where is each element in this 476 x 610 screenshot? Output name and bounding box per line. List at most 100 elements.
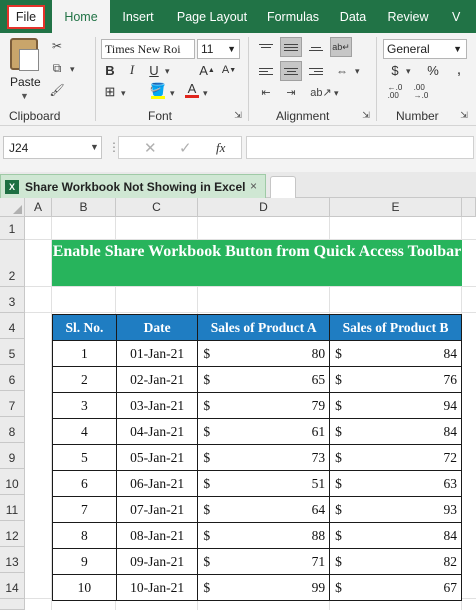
cell-date[interactable]: 02-Jan-21	[115, 366, 199, 393]
row-header[interactable]: 9	[0, 443, 25, 469]
cell-sales-b[interactable]: $72	[329, 444, 462, 471]
cell-sales-a[interactable]: $79	[197, 392, 331, 419]
cut-icon[interactable]: ✂	[48, 37, 66, 55]
increase-indent-icon[interactable]: ⇥	[282, 83, 300, 101]
cell-date[interactable]: 09-Jan-21	[115, 548, 199, 575]
tab-formulas[interactable]: Formulas	[258, 0, 328, 33]
center-button[interactable]	[280, 61, 302, 81]
tab-review[interactable]: Review	[378, 0, 438, 33]
cell-sales-a[interactable]: $65	[197, 366, 331, 393]
cell-sl-no[interactable]: 2	[52, 366, 117, 393]
fill-color-dropdown-icon[interactable]: ▾	[170, 88, 175, 99]
wrap-text-button[interactable]: ab↵	[330, 37, 352, 57]
cell-sales-a[interactable]: $88	[197, 522, 331, 549]
new-tab-button[interactable]	[270, 176, 296, 198]
font-name-select[interactable]: Times New Roi	[101, 39, 195, 59]
decrease-indent-icon[interactable]: ⇤	[257, 83, 275, 101]
header-sales-a[interactable]: Sales of Product A	[197, 314, 331, 341]
row-header[interactable]: 12	[0, 521, 25, 547]
cell-sl-no[interactable]: 5	[52, 444, 117, 471]
sheet-title-banner[interactable]: Enable Share Workbook Button from Quick …	[52, 240, 462, 286]
cell-sl-no[interactable]: 4	[52, 418, 117, 445]
name-box-dropdown-icon[interactable]: ▼	[90, 142, 99, 152]
tab-page-layout[interactable]: Page Layout	[166, 0, 258, 33]
cell-sl-no[interactable]: 1	[52, 340, 117, 367]
comma-style-icon[interactable]: ,	[450, 61, 468, 79]
tab-home[interactable]: Home	[52, 0, 110, 33]
middle-align-button[interactable]	[280, 37, 302, 57]
close-icon[interactable]: ×	[250, 179, 257, 193]
name-box[interactable]: J24	[3, 136, 102, 159]
decrease-decimal-icon[interactable]: .00 →.0	[412, 83, 430, 101]
cell-sales-b[interactable]: $94	[329, 392, 462, 419]
increase-decimal-icon[interactable]: ←.0.00	[386, 83, 404, 101]
font-dialog-launcher-icon[interactable]: ⇲	[232, 109, 244, 121]
row-header[interactable]: 4	[0, 313, 25, 339]
cell-sales-b[interactable]: $76	[329, 366, 462, 393]
cell-sl-no[interactable]: 3	[52, 392, 117, 419]
workbook-tab[interactable]: X Share Workbook Not Showing in Excel ×	[0, 174, 266, 198]
tab-file[interactable]: File	[0, 0, 52, 33]
increase-font-icon[interactable]: A ▲	[198, 61, 216, 79]
merge-dropdown-icon[interactable]: ▾	[355, 66, 360, 77]
bottom-align-button[interactable]	[305, 37, 327, 57]
copy-icon[interactable]: ⧉	[48, 59, 66, 77]
tab-insert[interactable]: Insert	[110, 0, 166, 33]
row-header[interactable]: 5	[0, 339, 25, 365]
worksheet-grid[interactable]: A B C D E 1 2 3 4 5 6 7 8 9 10 11 12 13 …	[0, 198, 476, 610]
row-header[interactable]: 2	[0, 240, 25, 287]
header-sl-no[interactable]: Sl. No.	[52, 314, 117, 341]
cell-sales-b[interactable]: $84	[329, 340, 462, 367]
bold-button[interactable]: B	[101, 61, 119, 79]
cell-sales-b[interactable]: $67	[329, 574, 462, 601]
orientation-dropdown-icon[interactable]: ▾	[334, 88, 339, 99]
orientation-icon[interactable]: ab↗	[310, 83, 331, 101]
formula-input[interactable]	[246, 136, 474, 159]
tab-data[interactable]: Data	[328, 0, 378, 33]
column-header-a[interactable]: A	[25, 198, 52, 217]
row-header[interactable]: 7	[0, 391, 25, 417]
column-header-e[interactable]: E	[330, 198, 462, 217]
underline-button[interactable]: U	[145, 61, 163, 79]
row-header[interactable]: 10	[0, 469, 25, 495]
cell-sales-a[interactable]: $71	[197, 548, 331, 575]
row-header[interactable]: 8	[0, 417, 25, 443]
cancel-icon[interactable]: ✕	[144, 139, 157, 157]
copy-dropdown-icon[interactable]: ▾	[70, 64, 75, 75]
header-sales-b[interactable]: Sales of Product B	[329, 314, 462, 341]
cell-sales-a[interactable]: $73	[197, 444, 331, 471]
row-header[interactable]	[0, 599, 25, 610]
cell-sl-no[interactable]: 9	[52, 548, 117, 575]
cell-date[interactable]: 07-Jan-21	[115, 496, 199, 523]
column-header-f[interactable]	[462, 198, 476, 217]
cell-date[interactable]: 10-Jan-21	[115, 574, 199, 601]
number-format-select[interactable]: General ▼	[383, 39, 467, 59]
cell-sales-a[interactable]: $51	[197, 470, 331, 497]
row-header[interactable]: 3	[0, 287, 25, 313]
italic-button[interactable]: I	[123, 61, 141, 79]
select-all-button[interactable]	[0, 198, 25, 217]
cell-sales-b[interactable]: $84	[329, 418, 462, 445]
cell-sales-a[interactable]: $80	[197, 340, 331, 367]
paste-button[interactable]: Paste ▼	[0, 33, 48, 105]
cell-sales-b[interactable]: $82	[329, 548, 462, 575]
row-header[interactable]: 6	[0, 365, 25, 391]
format-painter-icon[interactable]: 🖌	[48, 81, 66, 99]
align-left-button[interactable]	[255, 61, 277, 81]
cell-date[interactable]: 03-Jan-21	[115, 392, 199, 419]
column-header-b[interactable]: B	[52, 198, 116, 217]
cell-sales-a[interactable]: $61	[197, 418, 331, 445]
fill-color-icon[interactable]: 🪣	[149, 82, 167, 100]
align-right-button[interactable]	[305, 61, 327, 81]
row-header[interactable]: 11	[0, 495, 25, 521]
tab-view[interactable]: V	[438, 0, 468, 33]
cell-sales-b[interactable]: $84	[329, 522, 462, 549]
cell-date[interactable]: 05-Jan-21	[115, 444, 199, 471]
column-header-d[interactable]: D	[198, 198, 330, 217]
percent-style-icon[interactable]: %	[424, 61, 442, 79]
alignment-dialog-launcher-icon[interactable]: ⇲	[360, 109, 372, 121]
cell-date[interactable]: 04-Jan-21	[115, 418, 199, 445]
accounting-dropdown-icon[interactable]: ▾	[406, 66, 411, 77]
row-header[interactable]: 13	[0, 547, 25, 573]
decrease-font-icon[interactable]: A ▼	[220, 61, 238, 79]
